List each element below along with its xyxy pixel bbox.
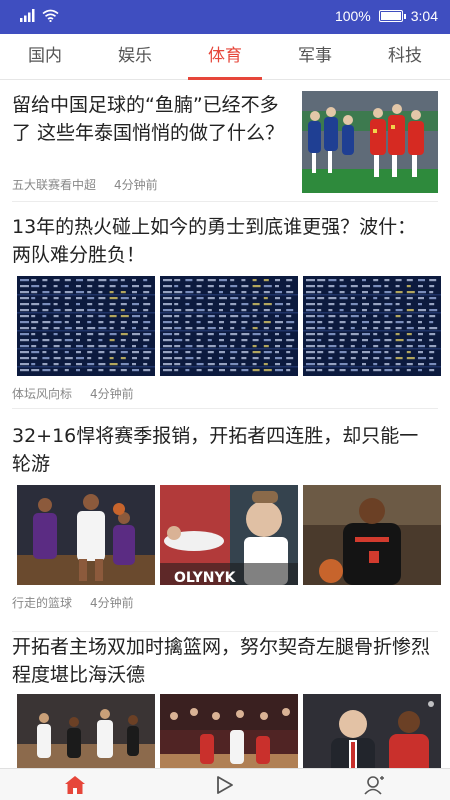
basketball-photo[interactable] (160, 694, 298, 768)
nav-home[interactable] (0, 769, 150, 800)
news-time: 4分钟前 (114, 178, 158, 192)
coach-photo (303, 694, 441, 768)
basketball-photo[interactable] (17, 694, 155, 768)
stats-table-image[interactable] (303, 276, 441, 376)
injured-player-photo[interactable]: OLYNYK (160, 485, 298, 585)
status-bar: 100% 3:04 (0, 0, 450, 34)
tab-entertainment[interactable]: 娱乐 (90, 34, 180, 79)
basketball-photo[interactable] (303, 485, 441, 585)
tab-domestic[interactable]: 国内 (0, 34, 90, 79)
home-icon (65, 775, 85, 794)
blazers-player-photo (303, 485, 441, 585)
clock: 3:04 (410, 8, 438, 24)
stats-table-image[interactable] (17, 276, 155, 376)
news-time: 4分钟前 (90, 387, 134, 401)
nav-video[interactable] (150, 769, 300, 800)
news-item[interactable]: 开拓者主场双加时擒篮网，努尔契奇左腿骨折惨烈程度堪比海沃德 (12, 633, 441, 768)
profile-icon (364, 775, 384, 795)
news-source: 五大联赛看中超 (12, 178, 97, 192)
lakers-blazers-photo (17, 485, 155, 585)
football-players-photo (302, 91, 438, 193)
category-tabs: 国内 娱乐 体育 军事 科技 (0, 34, 450, 80)
wifi-icon (42, 9, 59, 22)
stats-table-image[interactable] (160, 276, 298, 376)
news-item[interactable]: 留给中国足球的“鱼腩”已经不多了 这些年泰国悄悄的做了什么？ 五大联赛看中超 4… (12, 80, 438, 202)
news-item[interactable]: 32+16悍将赛季报销，开拓者四连胜，却只能一轮游 OLYNYK 行走的篮球 4… (12, 410, 441, 632)
news-title: 留给中国足球的“鱼腩”已经不多了 这些年泰国悄悄的做了什么？ (12, 94, 285, 144)
image-caption: OLYNYK (174, 570, 237, 585)
signal-icon (20, 9, 35, 22)
news-images: OLYNYK (17, 485, 441, 585)
news-images (17, 694, 441, 768)
nav-profile[interactable] (300, 769, 450, 800)
crowd-photo (160, 694, 298, 768)
news-images (17, 276, 441, 376)
news-item[interactable]: 13年的热火碰上如今的勇士到底谁更强？波什：两队难分胜负！ 体坛风向标 4分钟前 (12, 203, 441, 409)
tab-military[interactable]: 军事 (270, 34, 360, 79)
tab-technology[interactable]: 科技 (360, 34, 450, 79)
news-meta: 体坛风向标 4分钟前 (12, 385, 134, 402)
basketball-photo[interactable] (17, 485, 155, 585)
play-icon (217, 775, 233, 794)
news-thumbnail[interactable] (302, 91, 438, 193)
bottom-navigation (0, 768, 450, 800)
news-source: 行走的篮球 (12, 596, 73, 610)
basketball-photo[interactable] (303, 694, 441, 768)
arena-photo (17, 694, 155, 768)
battery-icon (378, 10, 406, 22)
news-title: 开拓者主场双加时擒篮网，努尔契奇左腿骨折惨烈程度堪比海沃德 (12, 636, 431, 686)
battery-percent: 100% (334, 8, 371, 24)
news-feed: 留给中国足球的“鱼腩”已经不多了 这些年泰国悄悄的做了什么？ 五大联赛看中超 4… (0, 80, 450, 768)
news-meta: 行走的篮球 4分钟前 (12, 594, 134, 611)
news-title: 13年的热火碰上如今的勇士到底谁更强？波什：两队难分胜负！ (12, 216, 417, 266)
injury-collage: OLYNYK (160, 485, 298, 585)
news-time: 4分钟前 (90, 596, 134, 610)
news-source: 体坛风向标 (12, 387, 73, 401)
news-meta: 五大联赛看中超 4分钟前 (12, 176, 158, 193)
tab-sports[interactable]: 体育 (180, 34, 270, 80)
news-title: 32+16悍将赛季报销，开拓者四连胜，却只能一轮游 (12, 425, 419, 475)
